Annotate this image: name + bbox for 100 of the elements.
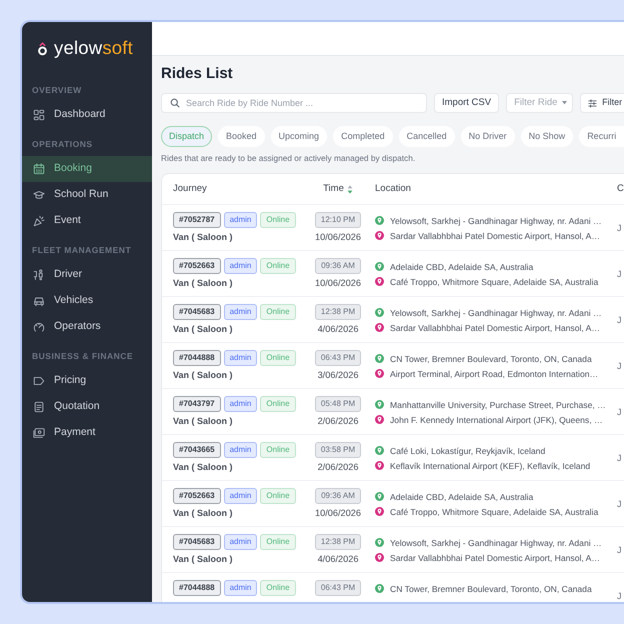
time-badge: 06:43 PM — [314, 580, 362, 596]
source-badge: Online — [260, 304, 296, 320]
creator-badge: admin — [224, 212, 258, 228]
dropoff-location-text: Airport Terminal, Airport Road, Edmonton Internation… — [390, 368, 598, 380]
creator-badge: admin — [224, 396, 258, 412]
filter-button[interactable]: Filter — [580, 93, 624, 113]
map-pin-icon — [375, 231, 384, 240]
dropoff-location-text: Sardar Vallabhbhai Patel Domestic Airport, Hansol, A… — [390, 552, 600, 564]
page-title: Rides List — [161, 64, 233, 84]
map-pin-icon — [375, 262, 384, 271]
date-text: 10/06/2026 — [315, 277, 361, 289]
map-pin-icon — [375, 461, 384, 470]
column-header: C — [617, 182, 624, 196]
source-badge: Online — [260, 258, 296, 274]
date-text: 4/06/2026 — [318, 553, 358, 565]
table-cell: J — [617, 407, 622, 417]
sort-icon[interactable] — [346, 184, 353, 194]
source-badge: Online — [260, 534, 296, 550]
column-header: Location — [375, 182, 411, 196]
time-badge: 12:38 PM — [314, 534, 362, 550]
map-pin-icon — [375, 354, 384, 363]
map-pin-icon — [375, 446, 384, 455]
vehicle-type-text: Van ( Saloon ) — [173, 507, 233, 519]
date-text: 10/06/2026 — [315, 507, 361, 519]
ride-number-badge: #7052663 — [173, 258, 221, 274]
dropoff-location-text: Café Troppo, Whitmore Square, Adelaide SA, Australia — [390, 506, 598, 518]
pickup-location-text: Yelowsoft, Sarkhej - Gandhinagar Highway, nr. Adani … — [390, 214, 602, 226]
import-csv-button[interactable]: Import CSV — [434, 93, 500, 113]
map-pin-icon — [375, 216, 384, 225]
ride-number-badge: #7044888 — [173, 350, 221, 366]
nav-item[interactable]: Pricing — [22, 368, 152, 394]
nav-item[interactable]: Vehicles — [22, 288, 152, 314]
nav-item[interactable]: Quotation — [22, 394, 152, 420]
creator-badge: admin — [224, 350, 258, 366]
map-pin-icon — [375, 553, 384, 562]
map-pin-icon — [375, 369, 384, 378]
vehicle-type-text: Van ( Saloon ) — [173, 323, 233, 335]
logo-text: yelowsoft — [54, 38, 133, 58]
status-tab[interactable]: Recurri — [579, 126, 624, 147]
creator-badge: admin — [224, 304, 258, 320]
status-tab[interactable]: Completed — [333, 126, 393, 147]
map-pin-icon — [375, 323, 384, 332]
map-pin-icon — [375, 415, 384, 424]
ride-number-badge: #7052663 — [173, 488, 221, 504]
nav-item[interactable]: Payment — [22, 420, 152, 446]
source-badge: Online — [260, 580, 296, 596]
ride-number-badge: #7052787 — [173, 212, 221, 228]
status-tab[interactable]: No Show — [520, 126, 574, 147]
table-cell: J — [617, 269, 622, 279]
map-pin-icon — [375, 277, 384, 286]
person-icon — [33, 269, 45, 281]
creator-badge: admin — [224, 580, 258, 596]
status-tab[interactable]: Cancelled — [398, 126, 455, 147]
gauge-icon — [33, 321, 45, 333]
dropoff-location-text: Sardar Vallabhbhai Patel Domestic Airport, Hansol, A… — [390, 230, 600, 242]
time-badge: 09:36 AM — [315, 258, 361, 274]
pickup-location-text: Adelaide CBD, Adelaide SA, Australia — [390, 260, 534, 272]
section-heading: BUSINESS & FINANCE — [31, 350, 134, 363]
grid-icon — [33, 109, 45, 121]
sliders-icon — [588, 98, 598, 108]
logo-icon — [37, 40, 48, 56]
map-pin-icon — [375, 400, 384, 409]
vehicle-type-text: Van ( Saloon ) — [173, 553, 233, 565]
map-pin-icon — [375, 538, 384, 547]
dropoff-location-text: Sardar Vallabhbhai Patel Domestic Airport, Hansol, A… — [390, 322, 600, 334]
nav-item[interactable]: Operators — [22, 314, 152, 340]
date-text: 2/06/2026 — [318, 461, 358, 473]
nav-item[interactable]: Dashboard — [22, 102, 152, 128]
table-cell: J — [617, 545, 622, 555]
dropoff-location-text: Café Troppo, Whitmore Square, Adelaide SA, Australia — [390, 276, 598, 288]
creator-badge: admin — [224, 442, 258, 458]
column-header[interactable]: Time — [323, 182, 344, 196]
ride-number-badge: #7045683 — [173, 304, 221, 320]
dropoff-location-text: Keflavík International Airport (KEF), Keflavík, Iceland — [390, 460, 590, 472]
nav-item[interactable]: Driver — [22, 262, 152, 288]
ride-number-badge: #7043665 — [173, 442, 221, 458]
map-pin-icon — [375, 584, 384, 593]
nav-item[interactable]: Booking — [22, 156, 152, 182]
creator-badge: admin — [224, 258, 258, 274]
time-badge: 05:48 PM — [314, 396, 362, 412]
pickup-location-text: CN Tower, Bremner Boulevard, Toronto, ON, Canada — [390, 582, 592, 594]
time-badge: 09:36 AM — [315, 488, 361, 504]
status-tab[interactable]: No Driver — [460, 126, 515, 147]
nav-item[interactable]: School Run — [22, 182, 152, 208]
section-heading: FLEET MANAGEMENT — [31, 244, 132, 257]
nav-item[interactable]: Event — [22, 208, 152, 234]
status-tab[interactable]: Booked — [218, 126, 265, 147]
caret-icon — [562, 101, 568, 105]
date-text: 2/06/2026 — [318, 415, 358, 427]
ride-number-badge: #7045683 — [173, 534, 221, 550]
vehicle-type-text: Van ( Saloon ) — [173, 415, 233, 427]
time-badge: 03:58 PM — [314, 442, 362, 458]
pickup-location-text: Café Loki, Lokastígur, Reykjavík, Iceland — [390, 444, 546, 456]
column-header: Journey — [173, 182, 207, 196]
pickup-location-text: CN Tower, Bremner Boulevard, Toronto, ON, Canada — [390, 352, 592, 364]
source-badge: Online — [260, 396, 296, 412]
status-tab[interactable]: Upcoming — [270, 126, 328, 147]
creator-badge: admin — [224, 488, 258, 504]
ride-number-badge: #7043797 — [173, 396, 221, 412]
search-field[interactable]: Search Ride by Ride Number ... — [161, 93, 427, 113]
